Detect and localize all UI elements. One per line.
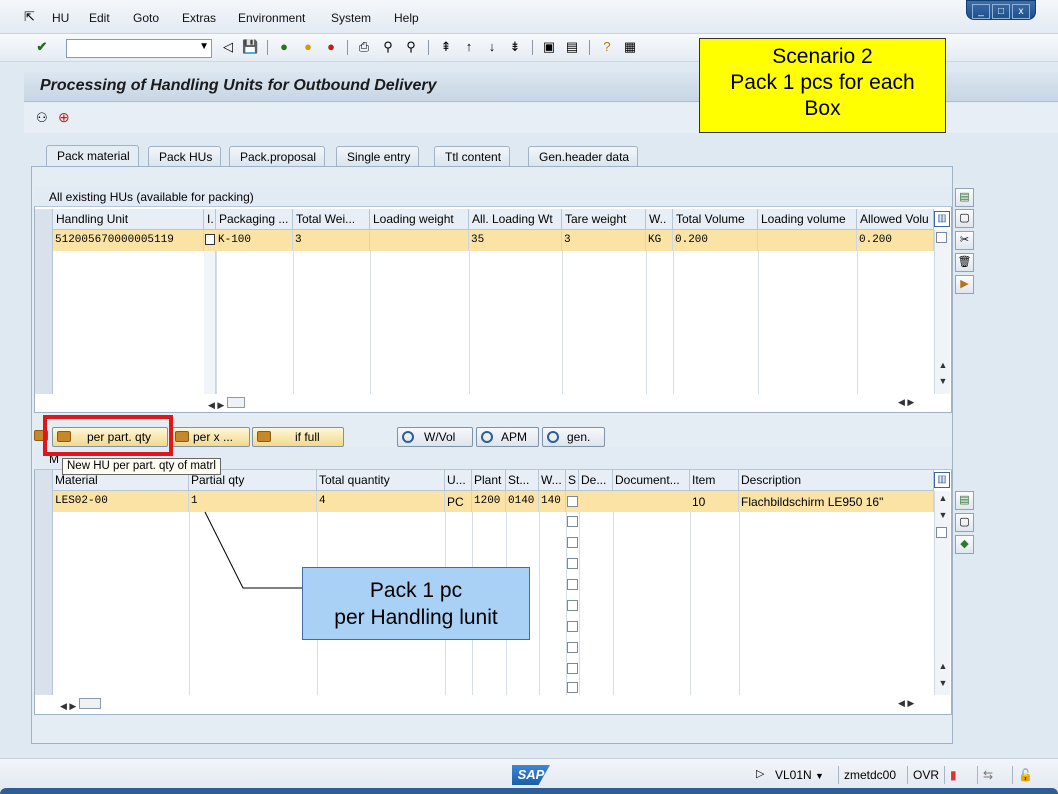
window-bottom-border bbox=[0, 788, 1058, 794]
chevron-down-icon[interactable]: ▼ bbox=[815, 771, 824, 781]
status-triangle-icon[interactable]: ▷ bbox=[756, 767, 764, 780]
connector-line bbox=[204, 511, 302, 589]
scenario-line-2: Pack 1 pcs for each bbox=[730, 71, 915, 94]
scenario-annotation: Scenario 2 Pack 1 pcs for each Box bbox=[699, 38, 946, 133]
pack-note-annotation: Pack 1 pc per Handling lunit bbox=[302, 567, 530, 640]
note-line-1: Pack 1 pc bbox=[369, 579, 463, 602]
mode-field[interactable]: OVR bbox=[907, 766, 944, 784]
lock-icon[interactable]: 🔓 bbox=[1012, 766, 1038, 784]
scenario-line-1: Scenario 2 bbox=[772, 45, 873, 68]
transaction-code: VL01N bbox=[775, 768, 812, 782]
scenario-line-3: Box bbox=[804, 97, 841, 120]
note-line-2: per Handling lunit bbox=[334, 606, 498, 629]
server-field: zmetdc00 bbox=[838, 766, 901, 784]
connection-icon: ⇆ bbox=[977, 766, 998, 784]
status-indicator-icon: ▮ bbox=[944, 766, 962, 784]
transaction-field[interactable]: VL01N ▼ bbox=[770, 766, 829, 784]
